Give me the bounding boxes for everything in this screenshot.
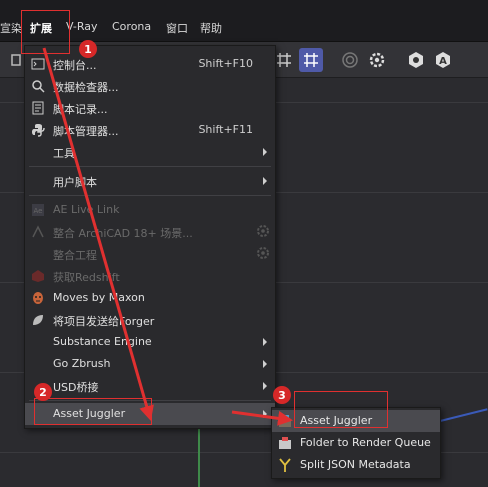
console-icon xyxy=(30,56,46,72)
settings-button[interactable] xyxy=(365,48,389,72)
python-icon xyxy=(30,122,46,138)
gear-icon[interactable] xyxy=(256,246,270,260)
menu-item-moves-by-maxon[interactable]: Moves by Maxon xyxy=(25,287,275,309)
annotation-box-3 xyxy=(294,391,388,428)
submenu-item-split-json-metadata[interactable]: Split JSON Metadata xyxy=(272,454,440,476)
render-region-button[interactable] xyxy=(338,48,362,72)
gear-icon xyxy=(369,52,385,68)
submenu-item-label: Split JSON Metadata xyxy=(300,458,411,471)
shortcut-label: Shift+F11 xyxy=(198,123,253,136)
menu-item-label: 将项目发送给Forger xyxy=(53,315,155,328)
submenu-arrow-icon xyxy=(263,382,267,390)
menu-item-label: USD桥接 xyxy=(53,381,99,394)
visibility-button[interactable] xyxy=(404,48,428,72)
target-icon xyxy=(342,52,358,68)
step-badge-3: 3 xyxy=(273,386,291,404)
gear-icon[interactable] xyxy=(256,224,270,238)
menu-help[interactable]: 帮助 xyxy=(200,20,222,36)
forger-icon xyxy=(30,312,46,328)
menu-item-label: 用户脚本 xyxy=(53,176,97,189)
step-badge-1: 1 xyxy=(79,40,97,58)
menu-item-get-redshift[interactable]: 获取Redshift xyxy=(25,265,275,287)
menu-item-console[interactable]: 控制台... Shift+F10 xyxy=(25,53,275,75)
annotation-box-2 xyxy=(34,398,152,425)
menu-item-label: 工具 xyxy=(53,147,75,160)
menu-item-label: 脚本记录... xyxy=(53,103,108,116)
submenu-item-label: Folder to Render Queue xyxy=(300,436,431,449)
submenu-arrow-icon xyxy=(263,177,267,185)
menu-corona[interactable]: Corona xyxy=(112,20,151,33)
annotation-box-1 xyxy=(21,10,70,54)
menu-separator xyxy=(29,195,271,196)
menu-item-label: 整合 ArchiCAD 18+ 场景... xyxy=(53,227,193,240)
inspector-icon xyxy=(30,78,46,94)
menu-item-label: 获取Redshift xyxy=(53,271,120,284)
auto-button[interactable]: A xyxy=(431,48,455,72)
moves-icon xyxy=(30,290,46,306)
letter-a-icon: A xyxy=(436,52,450,68)
render-queue-icon xyxy=(277,435,293,451)
menu-item-go-zbrush[interactable]: Go Zbrush xyxy=(25,353,275,375)
submenu-arrow-icon xyxy=(263,338,267,346)
submenu-arrow-icon xyxy=(263,148,267,156)
menu-item-data-inspector[interactable]: 数据检查器... xyxy=(25,75,275,97)
asset-juggler-icon xyxy=(277,413,293,429)
svg-text:A: A xyxy=(439,56,447,67)
menu-item-consolidate-project[interactable]: 整合工程 xyxy=(25,243,275,265)
menu-item-label: 控制台... xyxy=(53,59,97,72)
svg-text:Ae: Ae xyxy=(34,207,43,215)
menu-item-label: Moves by Maxon xyxy=(53,291,145,304)
ae-icon: Ae xyxy=(30,202,46,218)
menu-item-send-to-forger[interactable]: 将项目发送给Forger xyxy=(25,309,275,331)
menu-item-script-log[interactable]: 脚本记录... xyxy=(25,97,275,119)
menu-item-label: 整合工程 xyxy=(53,249,97,262)
split-icon xyxy=(277,457,293,473)
grid-icon xyxy=(277,53,291,67)
menu-item-script-manager[interactable]: 脚本管理器... Shift+F11 xyxy=(25,119,275,141)
menu-item-label: Substance Engine xyxy=(53,335,152,348)
menu-item-archicad[interactable]: 整合 ArchiCAD 18+ 场景... xyxy=(25,221,275,243)
archicad-icon xyxy=(30,224,46,240)
menu-item-usd-bridge[interactable]: USD桥接 xyxy=(25,375,275,397)
menu-item-tools[interactable]: 工具 xyxy=(25,141,275,163)
submenu-arrow-icon xyxy=(263,360,267,368)
menu-item-label: Go Zbrush xyxy=(53,357,111,370)
shortcut-label: Shift+F10 xyxy=(198,57,253,70)
menu-item-label: 脚本管理器... xyxy=(53,125,119,138)
snap-grid-icon xyxy=(304,53,318,67)
menu-window[interactable]: 窗口 xyxy=(166,20,188,36)
menu-item-label: 数据检查器... xyxy=(53,81,119,94)
redshift-icon xyxy=(30,268,46,284)
step-badge-2: 2 xyxy=(34,383,52,401)
submenu-arrow-icon xyxy=(263,410,267,418)
submenu-item-folder-to-render-queue[interactable]: Folder to Render Queue xyxy=(272,432,440,454)
menu-item-label: AE Live Link xyxy=(53,203,120,216)
extensions-menu: 控制台... Shift+F10 数据检查器... 脚本记录... 脚本管理器.… xyxy=(24,45,276,429)
menu-separator xyxy=(29,166,271,167)
script-log-icon xyxy=(30,100,46,116)
menu-item-ae-live-link[interactable]: Ae AE Live Link xyxy=(25,199,275,221)
menu-vray[interactable]: V-Ray xyxy=(66,20,98,33)
menubar: 宣染 扩展 V-Ray Corona 窗口 帮助 xyxy=(0,0,488,42)
y-axis-line xyxy=(198,422,200,487)
tool-icon xyxy=(11,54,21,66)
menu-render[interactable]: 宣染 xyxy=(0,20,22,36)
menu-item-substance-engine[interactable]: Substance Engine xyxy=(25,331,275,353)
menu-item-user-scripts[interactable]: 用户脚本 xyxy=(25,170,275,192)
snap-grid-button[interactable] xyxy=(299,48,323,72)
eye-icon xyxy=(409,52,423,68)
